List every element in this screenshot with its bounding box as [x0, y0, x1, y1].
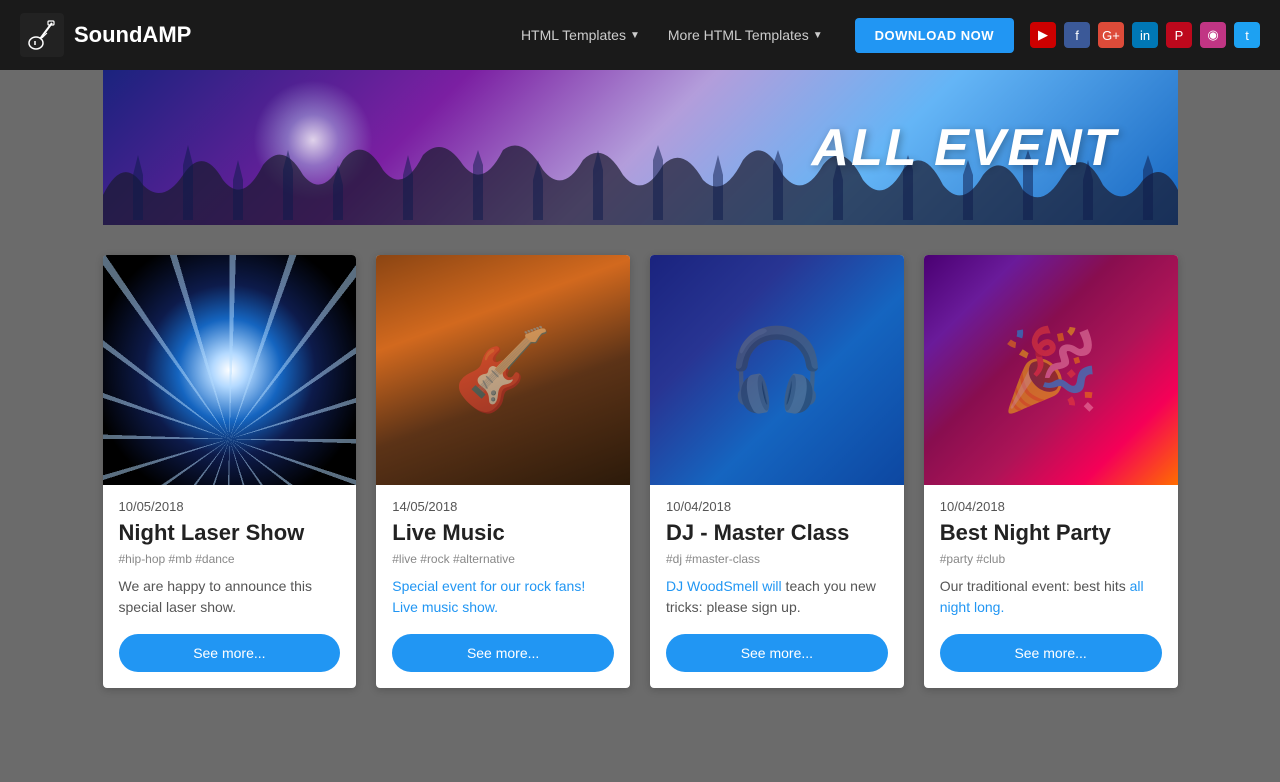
event-card-1: 10/05/2018 Night Laser Show #hip-hop #mb…	[103, 255, 357, 688]
card-tags-3: #dj #master-class	[666, 552, 888, 566]
event-card-2: 14/05/2018 Live Music #live #rock #alter…	[376, 255, 630, 688]
card-date-1: 10/05/2018	[119, 499, 341, 514]
nav-more-templates[interactable]: More HTML Templates ▼	[656, 21, 835, 49]
youtube-icon[interactable]: ▶	[1030, 22, 1056, 48]
card-tags-2: #live #rock #alternative	[392, 552, 614, 566]
chevron-down-icon: ▼	[813, 30, 823, 41]
see-more-button-3[interactable]: See more...	[666, 634, 888, 672]
chevron-down-icon: ▼	[630, 30, 640, 41]
social-icons: ▶ f G+ in P ◉ t	[1030, 22, 1260, 48]
facebook-icon[interactable]: f	[1064, 22, 1090, 48]
card-desc-2: Special event for our rock fans! Live mu…	[392, 576, 614, 618]
card-date-4: 10/04/2018	[940, 499, 1162, 514]
card-title-1: Night Laser Show	[119, 520, 341, 546]
see-more-button-4[interactable]: See more...	[940, 634, 1162, 672]
card-body-4: 10/04/2018 Best Night Party #party #club…	[924, 485, 1178, 688]
instagram-icon[interactable]: ◉	[1200, 22, 1226, 48]
brand-name: SoundAMP	[74, 22, 191, 48]
card-title-3: DJ - Master Class	[666, 520, 888, 546]
cards-section: 10/05/2018 Night Laser Show #hip-hop #mb…	[103, 255, 1178, 688]
card-tags-4: #party #club	[940, 552, 1162, 566]
card-tags-1: #hip-hop #mb #dance	[119, 552, 341, 566]
card-title-2: Live Music	[392, 520, 614, 546]
pinterest-icon[interactable]: P	[1166, 22, 1192, 48]
hero-banner: ALL EVENT	[103, 70, 1178, 225]
card-desc-3: DJ WoodSmell will teach you new tricks: …	[666, 576, 888, 618]
see-more-button-2[interactable]: See more...	[392, 634, 614, 672]
brand-link[interactable]: SoundAMP	[20, 13, 191, 57]
navbar: SoundAMP HTML Templates ▼ More HTML Temp…	[0, 0, 1280, 70]
download-button[interactable]: DOWNLOAD NOW	[855, 18, 1014, 53]
see-more-button-1[interactable]: See more...	[119, 634, 341, 672]
nav-links: HTML Templates ▼ More HTML Templates ▼ D…	[509, 18, 1014, 53]
card-desc-4: Our traditional event: best hits all nig…	[940, 576, 1162, 618]
card-body-2: 14/05/2018 Live Music #live #rock #alter…	[376, 485, 630, 688]
google-icon[interactable]: G+	[1098, 22, 1124, 48]
event-card-3: 10/04/2018 DJ - Master Class #dj #master…	[650, 255, 904, 688]
card-title-4: Best Night Party	[940, 520, 1162, 546]
card-body-1: 10/05/2018 Night Laser Show #hip-hop #mb…	[103, 485, 357, 688]
brand-logo-icon	[20, 13, 64, 57]
card-body-3: 10/04/2018 DJ - Master Class #dj #master…	[650, 485, 904, 688]
card-image-2	[376, 255, 630, 485]
twitter-icon[interactable]: t	[1234, 22, 1260, 48]
card-image-1	[103, 255, 357, 485]
event-card-4: 10/04/2018 Best Night Party #party #club…	[924, 255, 1178, 688]
hero-title: ALL EVENT	[812, 118, 1178, 178]
card-date-3: 10/04/2018	[666, 499, 888, 514]
card-desc-1: We are happy to announce this special la…	[119, 576, 341, 618]
card-image-4	[924, 255, 1178, 485]
nav-html-templates[interactable]: HTML Templates ▼	[509, 21, 652, 49]
card-date-2: 14/05/2018	[392, 499, 614, 514]
card-image-3	[650, 255, 904, 485]
linkedin-icon[interactable]: in	[1132, 22, 1158, 48]
